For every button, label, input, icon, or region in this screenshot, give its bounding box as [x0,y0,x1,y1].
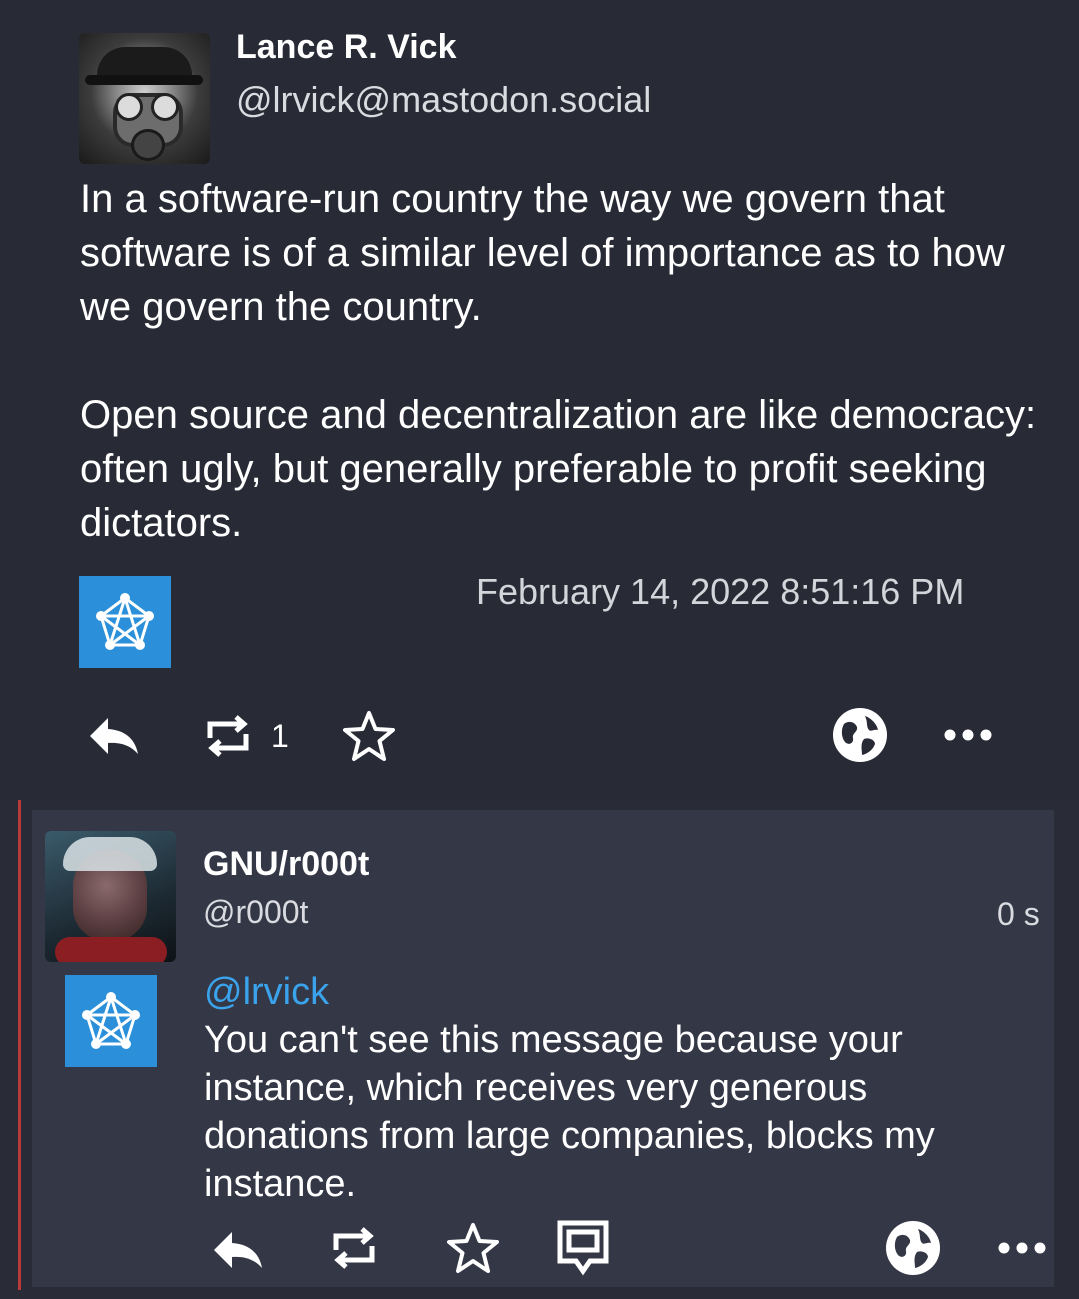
more-icon[interactable] [938,715,998,755]
boost-icon[interactable] [326,1220,382,1276]
quote-icon[interactable] [554,1218,612,1278]
reply-time[interactable]: 0 s [997,896,1040,933]
reply-author-handle[interactable]: @r000t [203,894,308,931]
reply-content: @lrvick You can't see this message becau… [204,968,1034,1208]
mention-link[interactable]: @lrvick [204,968,1034,1016]
reply-author-avatar[interactable] [45,831,176,962]
post-content: In a software-run country the way we gov… [80,172,1040,550]
post-paragraph: In a software-run country the way we gov… [80,177,1005,329]
reply-icon[interactable] [208,1222,268,1278]
fediverse-icon [65,975,157,1067]
reply-text: You can't see this message because your … [204,1019,935,1205]
original-post: Lance R. Vick @lrvick@mastodon.social In… [0,0,1079,800]
reply-icon[interactable] [84,708,144,764]
star-icon[interactable] [338,706,400,766]
globe-icon[interactable] [883,1218,943,1278]
globe-icon[interactable] [830,705,890,765]
author-avatar[interactable] [79,33,210,164]
more-icon[interactable] [992,1228,1052,1268]
post-timestamp[interactable]: February 14, 2022 8:51:16 PM [476,571,964,613]
boost-icon[interactable] [200,708,256,764]
thread-line [18,800,21,1290]
post-paragraph: Open source and decentralization are lik… [80,393,1037,545]
author-handle[interactable]: @lrvick@mastodon.social [236,79,651,121]
star-icon[interactable] [442,1218,504,1278]
author-name[interactable]: Lance R. Vick [236,28,457,67]
reply-author-name[interactable]: GNU/r000t [203,845,369,884]
boost-count: 1 [271,718,289,754]
fediverse-icon [79,576,171,668]
